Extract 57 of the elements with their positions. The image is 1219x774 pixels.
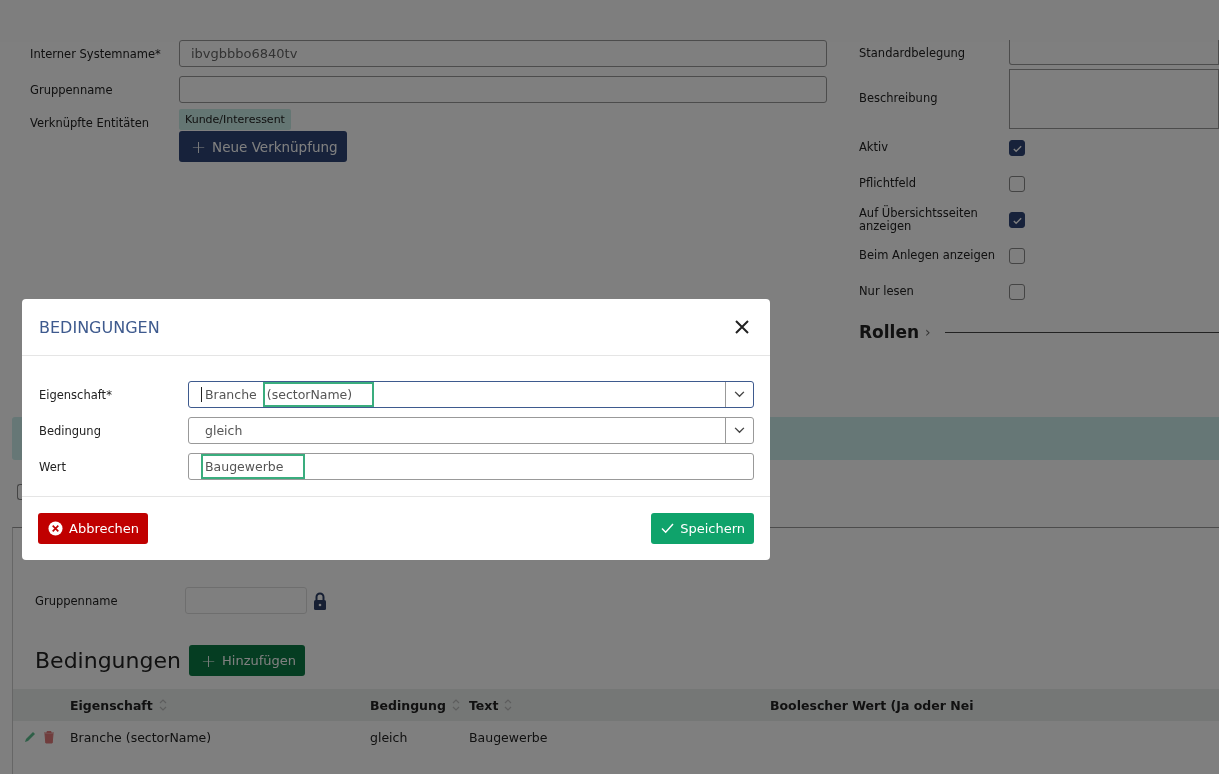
text-field[interactable] — [179, 76, 827, 103]
text-field[interactable]: ibvgbbbo6840tv — [179, 40, 827, 67]
cancel-button[interactable]: Abbrechen — [38, 513, 149, 544]
highlighted-value: Baugewerbe — [201, 454, 306, 479]
close-circle-icon — [48, 521, 63, 536]
pencil-icon[interactable] — [23, 730, 37, 744]
checkbox[interactable] — [1009, 284, 1025, 300]
field-label: Verknüpfte Entitäten — [30, 115, 151, 130]
sort-icon[interactable] — [158, 698, 167, 712]
field-label: Pflichtfeld — [859, 177, 918, 191]
field-label: Nur lesen — [859, 285, 915, 299]
highlighted-value: (sectorName) — [262, 382, 375, 407]
column-header[interactable]: Eigenschaft — [70, 697, 370, 713]
table-cell: Branche (sectorName) — [70, 729, 212, 745]
sort-icon[interactable] — [451, 698, 460, 712]
field-label: Gruppenname — [35, 593, 119, 608]
entity-tag: Kunde/Interessent — [179, 109, 291, 130]
caret-icon[interactable]: › — [925, 324, 931, 340]
field-label: Standardbelegung — [859, 47, 967, 61]
field-label: Gruppenname — [30, 82, 114, 97]
column-header[interactable]: Bedingung — [370, 697, 469, 713]
text-field[interactable]: Baugewerbe — [188, 453, 754, 480]
trash-icon[interactable] — [43, 730, 55, 744]
field-label: Aktiv — [859, 141, 890, 155]
save-button[interactable]: Speichern — [651, 513, 754, 544]
table-cell: gleich — [370, 729, 408, 745]
field-value: Branche — [204, 386, 258, 404]
sort-icon[interactable] — [504, 698, 513, 712]
dropdown-field[interactable]: Branche (sectorName) — [188, 381, 754, 408]
checkbox[interactable] — [1009, 248, 1025, 264]
column-header[interactable]: Boolescher Wert (Ja oder Nei — [770, 697, 1219, 713]
chevron-down-icon[interactable] — [734, 391, 745, 398]
add-button[interactable]: + Hinzufügen — [188, 645, 306, 676]
checkbox[interactable] — [1009, 140, 1025, 156]
section-title[interactable]: Rollen — [859, 322, 920, 342]
check-icon — [661, 523, 675, 534]
checkbox[interactable] — [1009, 176, 1025, 192]
field-label: Bedingung — [39, 423, 102, 438]
field-label: Auf Übersichtsseiten anzeigen — [859, 206, 979, 234]
checkbox[interactable] — [1009, 212, 1025, 228]
lock-icon — [313, 590, 327, 611]
field-label: Beschreibung — [859, 92, 939, 106]
section-heading: Bedingungen — [35, 648, 181, 673]
field-label: Interner Systemname* — [30, 46, 162, 61]
column-header[interactable]: Text — [469, 697, 770, 713]
text-field[interactable] — [1009, 40, 1219, 65]
close-icon[interactable] — [735, 320, 749, 334]
dropdown-field[interactable]: gleich — [188, 417, 754, 444]
chevron-down-icon[interactable] — [734, 427, 745, 434]
dialog-title: BEDINGUNGEN — [39, 317, 160, 337]
field-label: Wert — [39, 459, 67, 474]
description-textarea[interactable] — [1009, 69, 1219, 129]
field-value: gleich — [204, 422, 244, 440]
table-cell: Baugewerbe — [469, 729, 548, 745]
new-link-button[interactable]: + Neue Verknüpfung — [179, 131, 347, 162]
field-label: Beim Anlegen anzeigen — [859, 249, 997, 263]
field-label: Eigenschaft* — [39, 387, 113, 402]
